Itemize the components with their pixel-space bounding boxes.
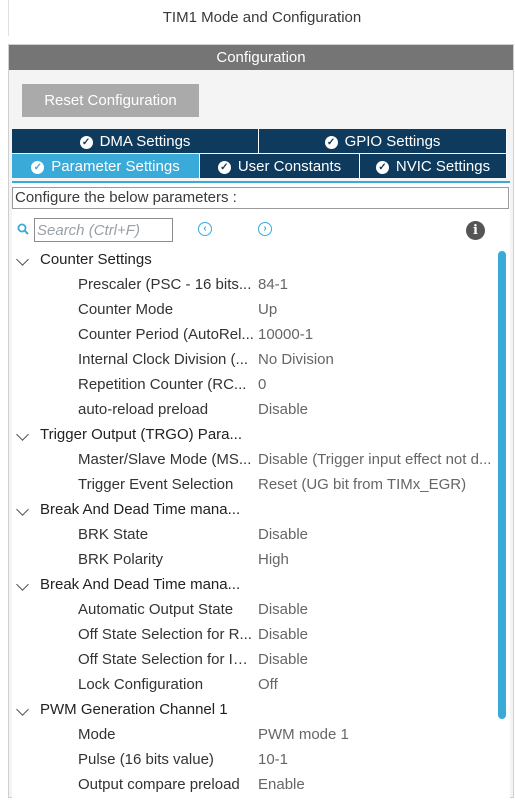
chevron-left-circle-icon[interactable]: ‹ — [198, 222, 212, 236]
parameter-row[interactable]: BRK State Disable — [12, 522, 496, 547]
parameter-value[interactable]: 10000-1 — [258, 322, 496, 347]
reset-configuration-button[interactable]: Reset Configuration — [22, 84, 199, 117]
group-label: PWM Generation Channel 1 — [40, 701, 228, 718]
parameter-name: Output compare preload — [78, 776, 240, 793]
tab-user-constants[interactable]: ✓ User Constants — [200, 154, 360, 178]
parameter-value[interactable]: High — [258, 547, 496, 572]
parameter-name: BRK State — [78, 526, 149, 543]
configuration-panel: Configuration Reset Configuration ✓ DMA S… — [8, 44, 514, 801]
parameter-value[interactable]: 0 — [258, 372, 496, 397]
group-label: Trigger Output (TRGO) Para... — [40, 426, 242, 443]
configure-parameters-label: Configure the below parameters : — [12, 187, 509, 209]
chevron-down-icon[interactable] — [16, 578, 29, 591]
parameter-value[interactable]: Reset (UG bit from TIMx_EGR) — [258, 472, 496, 497]
parameter-name: Counter Period (AutoRel... — [78, 326, 254, 343]
parameter-row[interactable]: Master/Slave Mode (MS... Disable (Trigger… — [12, 447, 496, 472]
tree-group[interactable]: Counter Settings — [12, 247, 496, 272]
parameter-row[interactable]: Prescaler (PSC - 16 bits... 84-1 — [12, 272, 496, 297]
parameter-value[interactable]: Disable (Trigger input effect not d... — [258, 447, 496, 472]
parameter-row[interactable]: Trigger Event Selection Reset (UG bit fro… — [12, 472, 496, 497]
parameter-name: Automatic Output State — [78, 601, 234, 618]
check-circle-icon: ✓ — [375, 161, 389, 174]
parameter-name: Master/Slave Mode (MS... — [78, 451, 252, 468]
tab-label: User Constants — [237, 158, 342, 175]
check-circle-icon: ✓ — [217, 161, 231, 174]
parameter-row[interactable]: Off State Selection for Idl... Disable — [12, 647, 496, 672]
tree-group[interactable]: Trigger Output (TRGO) Para... — [12, 422, 496, 447]
tree-group[interactable]: Break And Dead Time mana... — [12, 572, 496, 597]
parameter-value[interactable]: Disable — [258, 597, 496, 622]
parameter-value[interactable]: Off — [258, 672, 496, 697]
parameter-row[interactable]: auto-reload preload Disable — [12, 397, 496, 422]
parameter-row[interactable]: Counter Mode Up — [12, 297, 496, 322]
group-label: Counter Settings — [40, 251, 152, 268]
parameter-settings-content: Configure the below parameters : ‹ › i C… — [12, 181, 510, 801]
parameter-name: auto-reload preload — [78, 401, 209, 418]
parameter-name: Off State Selection for Idl... — [78, 651, 255, 668]
tab-label: NVIC Settings — [395, 158, 491, 175]
parameter-row[interactable]: BRK Polarity High — [12, 547, 496, 572]
parameter-row[interactable]: Repetition Counter (RC... 0 — [12, 372, 496, 397]
chevron-down-icon[interactable] — [16, 253, 29, 266]
info-icon[interactable]: i — [466, 221, 485, 240]
chevron-right-circle-icon[interactable]: › — [258, 222, 272, 236]
parameter-row[interactable]: Pulse (16 bits value) 10-1 — [12, 747, 496, 772]
parameter-value[interactable]: Enable — [258, 772, 496, 797]
parameter-name: Trigger Event Selection — [78, 476, 234, 493]
parameter-value[interactable]: Disable — [258, 622, 496, 647]
scrollbar-thumb[interactable] — [498, 251, 506, 719]
parameter-value[interactable]: Disable — [258, 647, 496, 672]
parameter-row[interactable]: Off State Selection for R... Disable — [12, 622, 496, 647]
chevron-down-icon[interactable] — [16, 703, 29, 716]
parameter-name: Prescaler (PSC - 16 bits... — [78, 276, 252, 293]
check-circle-icon: ✓ — [79, 136, 93, 149]
parameter-name: Internal Clock Division (... — [78, 351, 249, 368]
tab-gpio-settings[interactable]: ✓ GPIO Settings — [259, 129, 507, 153]
parameter-row[interactable]: Mode PWM mode 1 — [12, 722, 496, 747]
tab-label: Parameter Settings — [51, 158, 180, 175]
search-input[interactable] — [34, 218, 173, 242]
tab-label: GPIO Settings — [344, 133, 441, 150]
parameter-value[interactable]: Disable — [258, 522, 496, 547]
parameter-row[interactable]: Counter Period (AutoRel... 10000-1 — [12, 322, 496, 347]
check-circle-icon: ✓ — [31, 161, 45, 174]
check-circle-icon: ✓ — [324, 136, 338, 149]
parameter-row[interactable]: Internal Clock Division (... No Division — [12, 347, 496, 372]
tab-dma-settings[interactable]: ✓ DMA Settings — [12, 129, 259, 153]
window-title: TIM1 Mode and Configuration — [8, 0, 515, 36]
parameter-name: Repetition Counter (RC... — [78, 376, 247, 393]
parameter-name: BRK Polarity — [78, 551, 164, 568]
parameter-name: Counter Mode — [78, 301, 174, 318]
search-icon[interactable] — [17, 223, 29, 235]
tree-group[interactable]: PWM Generation Channel 1 — [12, 697, 496, 722]
parameter-name: Mode — [78, 726, 116, 743]
parameter-value[interactable]: No Division — [258, 347, 496, 372]
chevron-down-icon[interactable] — [16, 428, 29, 441]
tab-label: DMA Settings — [99, 133, 191, 150]
group-label: Break And Dead Time mana... — [40, 576, 241, 593]
parameter-row[interactable]: Automatic Output State Disable — [12, 597, 496, 622]
parameter-value[interactable]: 84-1 — [258, 272, 496, 297]
parameter-name: Pulse (16 bits value) — [78, 751, 214, 768]
parameter-tree: Counter Settings Prescaler (PSC - 16 bits… — [12, 247, 496, 801]
tree-group[interactable]: Break And Dead Time mana... — [12, 497, 496, 522]
parameter-row[interactable]: Lock Configuration Off — [12, 672, 496, 697]
parameter-value[interactable]: PWM mode 1 — [258, 722, 496, 747]
configuration-header: Configuration — [9, 45, 513, 70]
parameter-name: Lock Configuration — [78, 676, 204, 693]
tab-nvic-settings[interactable]: ✓ NVIC Settings — [360, 154, 507, 178]
parameter-value[interactable]: Disable — [258, 397, 496, 422]
parameter-row[interactable]: Output compare preload Enable — [12, 772, 496, 797]
parameter-value[interactable]: 10-1 — [258, 747, 496, 772]
parameter-name: Off State Selection for R... — [78, 626, 252, 643]
group-label: Break And Dead Time mana... — [40, 501, 241, 518]
chevron-down-icon[interactable] — [16, 503, 29, 516]
tab-parameter-settings[interactable]: ✓ Parameter Settings — [12, 154, 200, 178]
parameter-value[interactable]: Up — [258, 297, 496, 322]
